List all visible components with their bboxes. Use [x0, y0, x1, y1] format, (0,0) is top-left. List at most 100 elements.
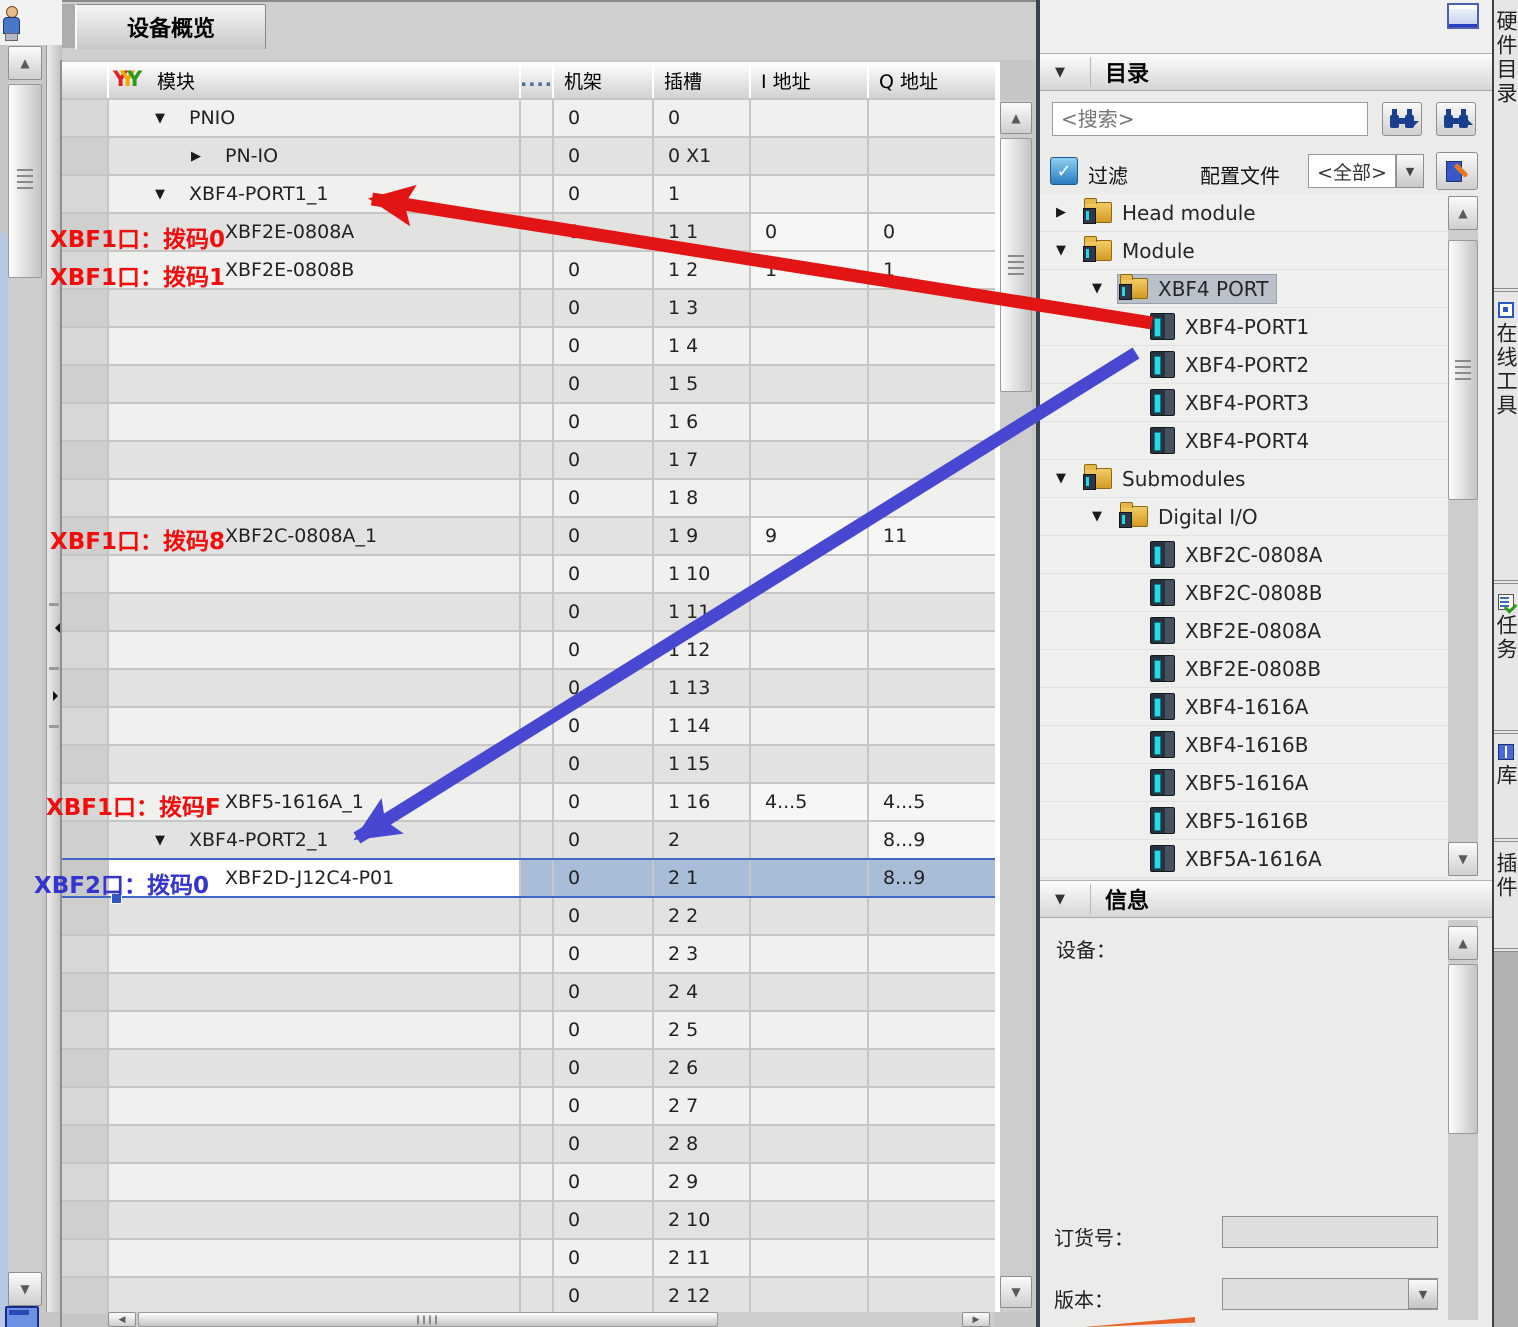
table-row[interactable]: 01 13: [62, 670, 995, 706]
catalog-scroll-thumb[interactable]: [1448, 240, 1478, 500]
table-row[interactable]: ▼PNIO00: [62, 100, 995, 136]
catalog-scroll-up-button[interactable]: ▲: [1448, 196, 1478, 230]
module-cell[interactable]: [109, 1240, 519, 1276]
outer-scroll-thumb[interactable]: [8, 84, 42, 278]
expander-icon[interactable]: ▶: [191, 149, 219, 164]
catalog-item[interactable]: ▼XBF2C-0808B: [1040, 574, 1448, 612]
header-slot-cell[interactable]: 插槽: [654, 62, 749, 98]
row-header-cell[interactable]: [62, 366, 107, 402]
table-scroll-left-button[interactable]: ◀: [108, 1312, 136, 1327]
module-cell[interactable]: [109, 594, 519, 630]
order-number-field[interactable]: [1222, 1216, 1438, 1248]
row-header-cell[interactable]: [62, 556, 107, 592]
module-cell[interactable]: [109, 632, 519, 668]
table-row[interactable]: 01 15: [62, 746, 995, 782]
version-dropdown-button[interactable]: ▼: [1408, 1279, 1438, 1309]
row-header-cell[interactable]: [62, 1050, 107, 1086]
filter-checkbox[interactable]: ✓: [1050, 157, 1078, 185]
tab-device-overview[interactable]: 设备概览: [75, 4, 266, 49]
row-header-cell[interactable]: [62, 328, 107, 364]
catalog-item[interactable]: ▼XBF5A-1616A: [1040, 840, 1448, 878]
tree-expander-icon[interactable]: ▶: [1056, 205, 1082, 220]
table-row[interactable]: 01 14: [62, 708, 995, 744]
table-row[interactable]: 01 7: [62, 442, 995, 478]
module-cell[interactable]: [109, 708, 519, 744]
table-row[interactable]: 02 4: [62, 974, 995, 1010]
version-select[interactable]: [1222, 1278, 1438, 1310]
header-iaddr-cell[interactable]: I 地址: [751, 62, 867, 98]
module-cell[interactable]: [109, 898, 519, 934]
row-header-cell[interactable]: [62, 708, 107, 744]
catalog-item[interactable]: ▼Submodules: [1040, 460, 1448, 498]
table-row[interactable]: 02 8: [62, 1126, 995, 1162]
catalog-item[interactable]: ▼Module: [1040, 232, 1448, 270]
table-row[interactable]: 02 10: [62, 1202, 995, 1238]
table-row[interactable]: 02 9: [62, 1164, 995, 1200]
expander-icon[interactable]: ▼: [155, 111, 183, 126]
side-tab-tasks[interactable]: 任务: [1494, 584, 1518, 734]
row-header-cell[interactable]: [62, 1202, 107, 1238]
catalog-item[interactable]: ▼XBF4-PORT2: [1040, 346, 1448, 384]
catalog-item[interactable]: ▼Digital I/O: [1040, 498, 1448, 536]
module-cell[interactable]: ▼XBF4-PORT1_1: [109, 176, 519, 212]
module-cell[interactable]: [109, 974, 519, 1010]
table-hscroll-thumb[interactable]: [138, 1312, 718, 1327]
side-tab-libraries[interactable]: 库: [1494, 734, 1518, 842]
catalog-scroll-down-button[interactable]: ▼: [1448, 842, 1478, 876]
row-header-cell[interactable]: [62, 176, 107, 212]
tree-expander-icon[interactable]: ▼: [1092, 509, 1118, 524]
module-cell[interactable]: [109, 556, 519, 592]
module-cell[interactable]: [109, 1164, 519, 1200]
catalog-section-header[interactable]: ▼ 目录: [1040, 53, 1492, 91]
info-section-header[interactable]: ▼ 信息: [1040, 880, 1492, 918]
catalog-item[interactable]: ▶Head module: [1040, 194, 1448, 232]
catalog-search-input[interactable]: [1052, 102, 1368, 136]
table-scroll-thumb[interactable]: [1000, 138, 1032, 392]
row-header-cell[interactable]: [62, 670, 107, 706]
catalog-item[interactable]: ▼XBF4-PORT1: [1040, 308, 1448, 346]
collapse-left-icon[interactable]: [50, 623, 60, 633]
row-header-cell[interactable]: [62, 746, 107, 782]
row-header-cell[interactable]: [62, 138, 107, 174]
module-cell[interactable]: [109, 442, 519, 478]
row-header-cell[interactable]: [62, 1240, 107, 1276]
module-cell[interactable]: [109, 480, 519, 516]
row-header-cell[interactable]: [62, 632, 107, 668]
row-header-cell[interactable]: [62, 898, 107, 934]
module-cell[interactable]: ▼XBF4-PORT2_1: [109, 822, 519, 858]
table-scroll-right-button[interactable]: ▶: [962, 1312, 990, 1327]
module-cell[interactable]: [109, 366, 519, 402]
table-row[interactable]: 01 11: [62, 594, 995, 630]
header-dots-cell[interactable]: ....: [521, 62, 552, 98]
row-header-cell[interactable]: [62, 1012, 107, 1048]
module-cell[interactable]: [109, 1050, 519, 1086]
module-cell[interactable]: [109, 1278, 519, 1314]
row-header-cell[interactable]: [62, 290, 107, 326]
row-header-cell[interactable]: [62, 936, 107, 972]
expander-icon[interactable]: ▼: [155, 833, 183, 848]
row-header-cell[interactable]: [62, 1126, 107, 1162]
tree-expander-icon[interactable]: ▼: [1092, 281, 1118, 296]
row-header-cell[interactable]: [62, 974, 107, 1010]
profile-select[interactable]: <全部>: [1308, 154, 1396, 188]
table-row[interactable]: 01 12: [62, 632, 995, 668]
module-cell[interactable]: [109, 936, 519, 972]
table-row[interactable]: 01 6: [62, 404, 995, 440]
info-scroll-up-button[interactable]: ▲: [1448, 926, 1478, 960]
catalog-item[interactable]: ▼XBF5-1616A: [1040, 764, 1448, 802]
module-cell[interactable]: [109, 1126, 519, 1162]
header-rack-cell[interactable]: 机架: [554, 62, 652, 98]
module-cell[interactable]: [109, 328, 519, 364]
module-cell[interactable]: [109, 404, 519, 440]
table-row[interactable]: 01 10: [62, 556, 995, 592]
catalog-item[interactable]: ▼XBF4-PORT3: [1040, 384, 1448, 422]
expander-icon[interactable]: ▼: [155, 187, 183, 202]
table-row[interactable]: 02 7: [62, 1088, 995, 1124]
table-row[interactable]: 02 6: [62, 1050, 995, 1086]
module-cell[interactable]: [109, 290, 519, 326]
profile-dropdown-button[interactable]: ▼: [1396, 154, 1424, 188]
outer-scroll-down-button[interactable]: ▼: [8, 1272, 42, 1306]
row-header-cell[interactable]: [62, 1278, 107, 1314]
table-row[interactable]: ▼XBF4-PORT2_1028...9: [62, 822, 995, 858]
side-tab-online-tools[interactable]: 在线工具: [1494, 292, 1518, 584]
